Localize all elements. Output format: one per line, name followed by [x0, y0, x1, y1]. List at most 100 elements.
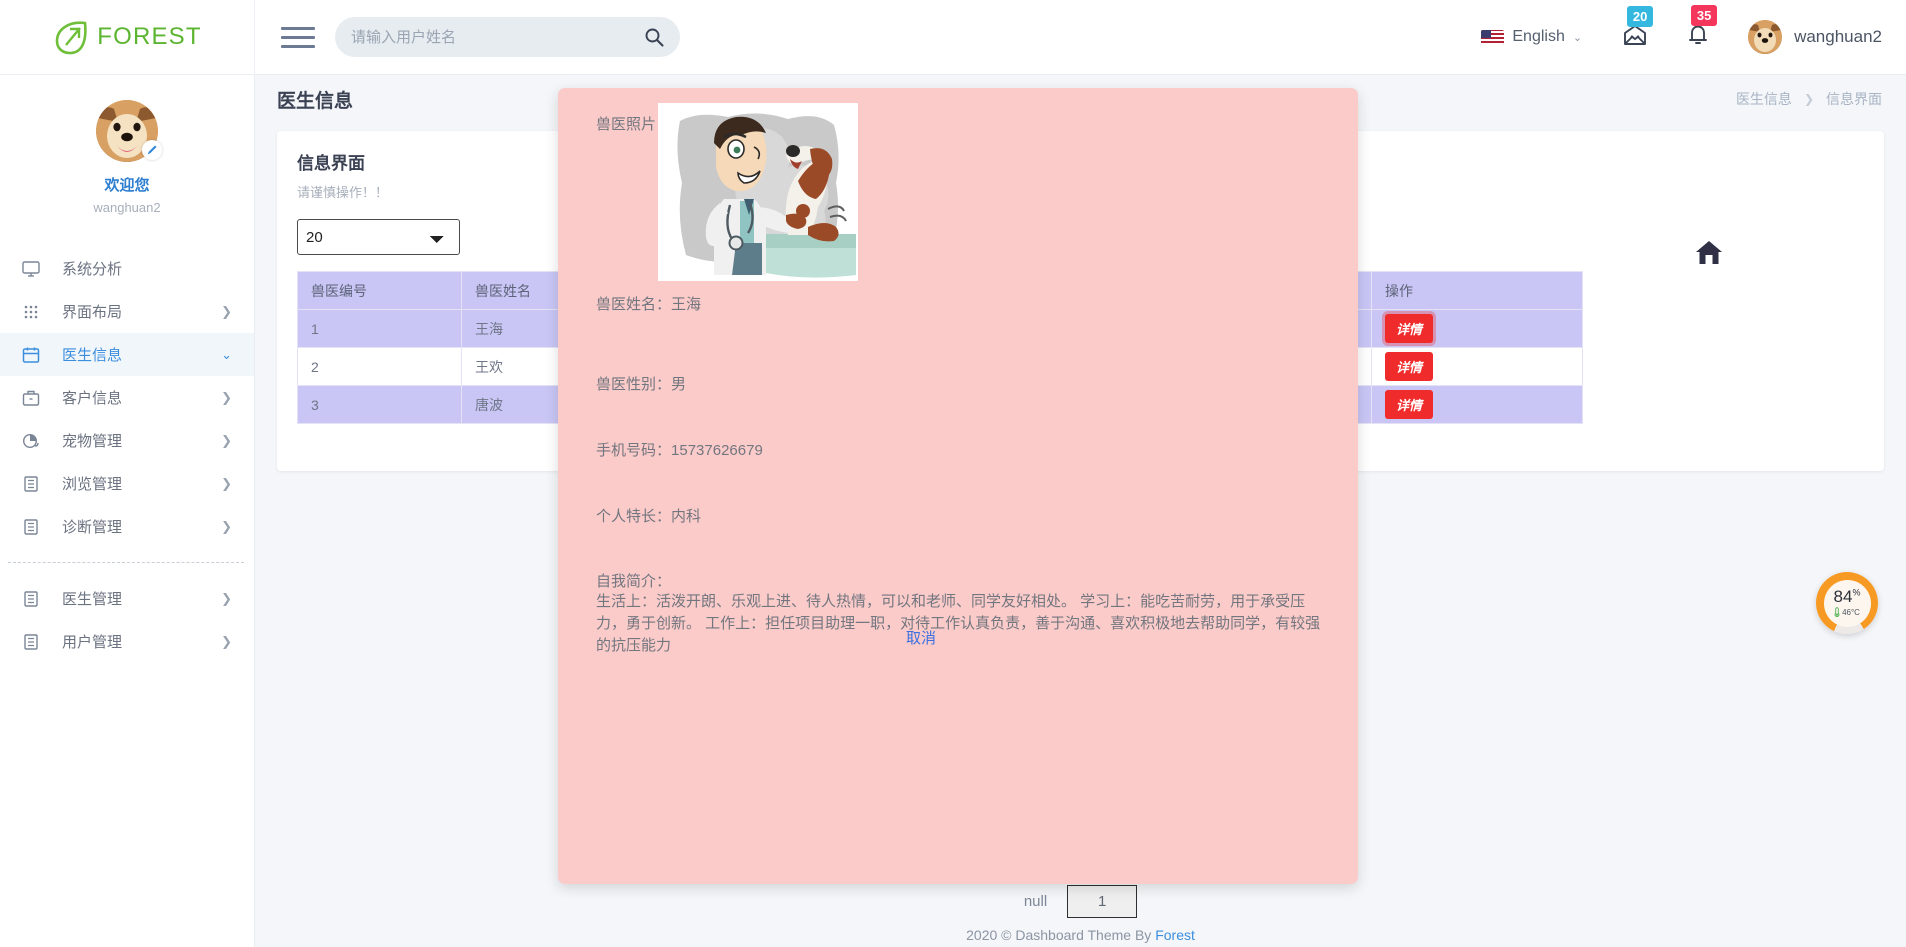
search-icon[interactable] — [644, 27, 664, 47]
veterinarian-photo — [658, 103, 858, 281]
sidebar-menu: 系统分析 界面布局 ❯ 医生信息 ⌄ — [0, 247, 254, 663]
us-flag-icon — [1481, 30, 1504, 45]
chevron-down-icon: ⌄ — [1573, 31, 1582, 44]
column-header-action: 操作 — [1372, 272, 1583, 310]
breadcrumb: 医生信息 ❯ 信息界面 — [1736, 89, 1882, 109]
sidebar-item-arrow: ❯ — [221, 476, 232, 492]
sidebar-item-browse-management[interactable]: 浏览管理 ❯ — [0, 462, 254, 505]
sidebar-item-label: 医生管理 — [62, 588, 122, 609]
sidebar-item-label: 系统分析 — [62, 258, 122, 279]
detail-button[interactable]: 详情 — [1385, 314, 1433, 343]
document-icon — [22, 475, 44, 493]
sidebar-profile: 欢迎您 wanghuan2 — [0, 75, 254, 215]
doctor-phone-label: 手机号码： — [596, 442, 671, 459]
page-size-select[interactable]: 20 — [297, 219, 460, 255]
pagination: null 1 — [255, 885, 1906, 918]
messages-button[interactable]: 20 — [1622, 23, 1648, 52]
doctor-skill-row: 个人特长：内科 — [596, 505, 701, 526]
profile-avatar[interactable] — [96, 100, 158, 162]
brand-logo[interactable]: FOREST — [0, 0, 255, 75]
username-label: wanghuan2 — [1794, 27, 1882, 47]
welcome-label: 欢迎您 — [0, 174, 254, 195]
briefcase-icon — [22, 389, 44, 407]
sidebar-item-ui-layout[interactable]: 界面布局 ❯ — [0, 290, 254, 333]
messages-badge: 20 — [1627, 6, 1653, 27]
sidebar-item-user-management[interactable]: 用户管理 ❯ — [0, 620, 254, 663]
doctor-name-row: 兽医姓名：王海 — [596, 293, 701, 314]
sidebar-item-customer-info[interactable]: 客户信息 ❯ — [0, 376, 254, 419]
leaf-logo-icon — [52, 18, 90, 56]
header-right-tools: English ⌄ 20 35 — [1481, 0, 1906, 75]
sidebar-item-doctor-info[interactable]: 医生信息 ⌄ — [0, 333, 254, 376]
column-header-id: 兽医编号 — [298, 272, 462, 310]
avatar[interactable] — [1748, 20, 1782, 54]
calendar-icon — [22, 346, 44, 364]
gauge-percent-label: 84% — [1834, 588, 1861, 605]
monitor-icon — [22, 260, 44, 278]
hamburger-icon[interactable] — [281, 24, 315, 50]
doctor-intro-text: 生活上：活泼开朗、乐观上进、待人热情，可以和老师、同学友好相处。 学习上：能吃苦… — [596, 591, 1321, 657]
document-icon — [22, 590, 44, 608]
sidebar-item-label: 浏览管理 — [62, 473, 122, 494]
document-icon — [22, 633, 44, 651]
doctor-gender-value: 男 — [671, 376, 686, 393]
cell-action: 详情 — [1372, 310, 1583, 348]
page-title: 医生信息 — [277, 86, 353, 113]
doctor-skill-label: 个人特长： — [596, 508, 671, 525]
sidebar: 欢迎您 wanghuan2 系统分析 界面布局 ❯ — [0, 75, 255, 947]
cancel-button[interactable]: 取消 — [906, 627, 936, 648]
sidebar-item-arrow: ❯ — [221, 390, 232, 406]
thermometer-icon — [1834, 607, 1840, 619]
sidebar-item-label: 宠物管理 — [62, 430, 122, 451]
sidebar-item-arrow: ❯ — [221, 304, 232, 320]
notifications-button[interactable]: 35 — [1686, 22, 1710, 52]
doctor-detail-modal: 兽医照片： — [558, 88, 1358, 884]
language-label: English — [1512, 28, 1564, 46]
footer-text: 2020 © Dashboard Theme By — [966, 927, 1155, 943]
pencil-icon[interactable] — [142, 140, 162, 160]
sidebar-item-label: 医生信息 — [62, 344, 122, 365]
doctor-gender-row: 兽医性别：男 — [596, 373, 686, 394]
pagination-label: null — [1024, 893, 1047, 910]
cell-action: 详情 — [1372, 386, 1583, 424]
sidebar-item-system-analysis[interactable]: 系统分析 — [0, 247, 254, 290]
cell-id: 1 — [298, 310, 462, 348]
sidebar-item-label: 客户信息 — [62, 387, 122, 408]
detail-button[interactable]: 详情 — [1385, 352, 1433, 381]
mail-icon — [1622, 34, 1648, 51]
pagination-page-1[interactable]: 1 — [1067, 885, 1137, 918]
footer-link[interactable]: Forest — [1155, 927, 1195, 943]
battery-gauge-widget[interactable]: 84% 46°C — [1816, 572, 1878, 634]
doctor-name-label: 兽医姓名： — [596, 296, 671, 313]
search-input[interactable] — [351, 29, 644, 46]
doctor-gender-label: 兽医性别： — [596, 376, 671, 393]
document-icon — [22, 518, 44, 536]
menu-divider — [8, 562, 244, 563]
breadcrumb-item-1[interactable]: 医生信息 — [1736, 89, 1792, 109]
sidebar-item-doctor-management[interactable]: 医生管理 ❯ — [0, 577, 254, 620]
grid-icon — [22, 303, 44, 321]
sidebar-item-pet-management[interactable]: 宠物管理 ❯ — [0, 419, 254, 462]
chevron-right-icon: ❯ — [1804, 92, 1814, 106]
sidebar-item-label: 用户管理 — [62, 631, 122, 652]
pie-chart-icon — [22, 432, 44, 450]
home-icon[interactable] — [1694, 239, 1724, 271]
notifications-badge: 35 — [1691, 5, 1717, 26]
cell-id: 3 — [298, 386, 462, 424]
gauge-temperature: 46°C — [1834, 607, 1860, 619]
doctor-intro-label: 自我简介： — [596, 570, 671, 591]
sidebar-item-arrow: ❯ — [221, 591, 232, 607]
doctor-skill-value: 内科 — [671, 508, 701, 525]
cell-id: 2 — [298, 348, 462, 386]
top-header-bar: FOREST English ⌄ 20 — [0, 0, 1906, 75]
search-box[interactable] — [335, 17, 680, 57]
doctor-name-value: 王海 — [671, 296, 701, 313]
language-selector[interactable]: English ⌄ — [1481, 28, 1582, 46]
sidebar-item-diagnosis-management[interactable]: 诊断管理 ❯ — [0, 505, 254, 548]
dog-avatar-icon — [1748, 20, 1782, 54]
detail-button[interactable]: 详情 — [1385, 390, 1433, 419]
sidebar-item-label: 诊断管理 — [62, 516, 122, 537]
profile-username: wanghuan2 — [0, 200, 254, 215]
doctor-phone-value: 15737626679 — [671, 442, 763, 459]
bell-icon — [1686, 34, 1710, 51]
